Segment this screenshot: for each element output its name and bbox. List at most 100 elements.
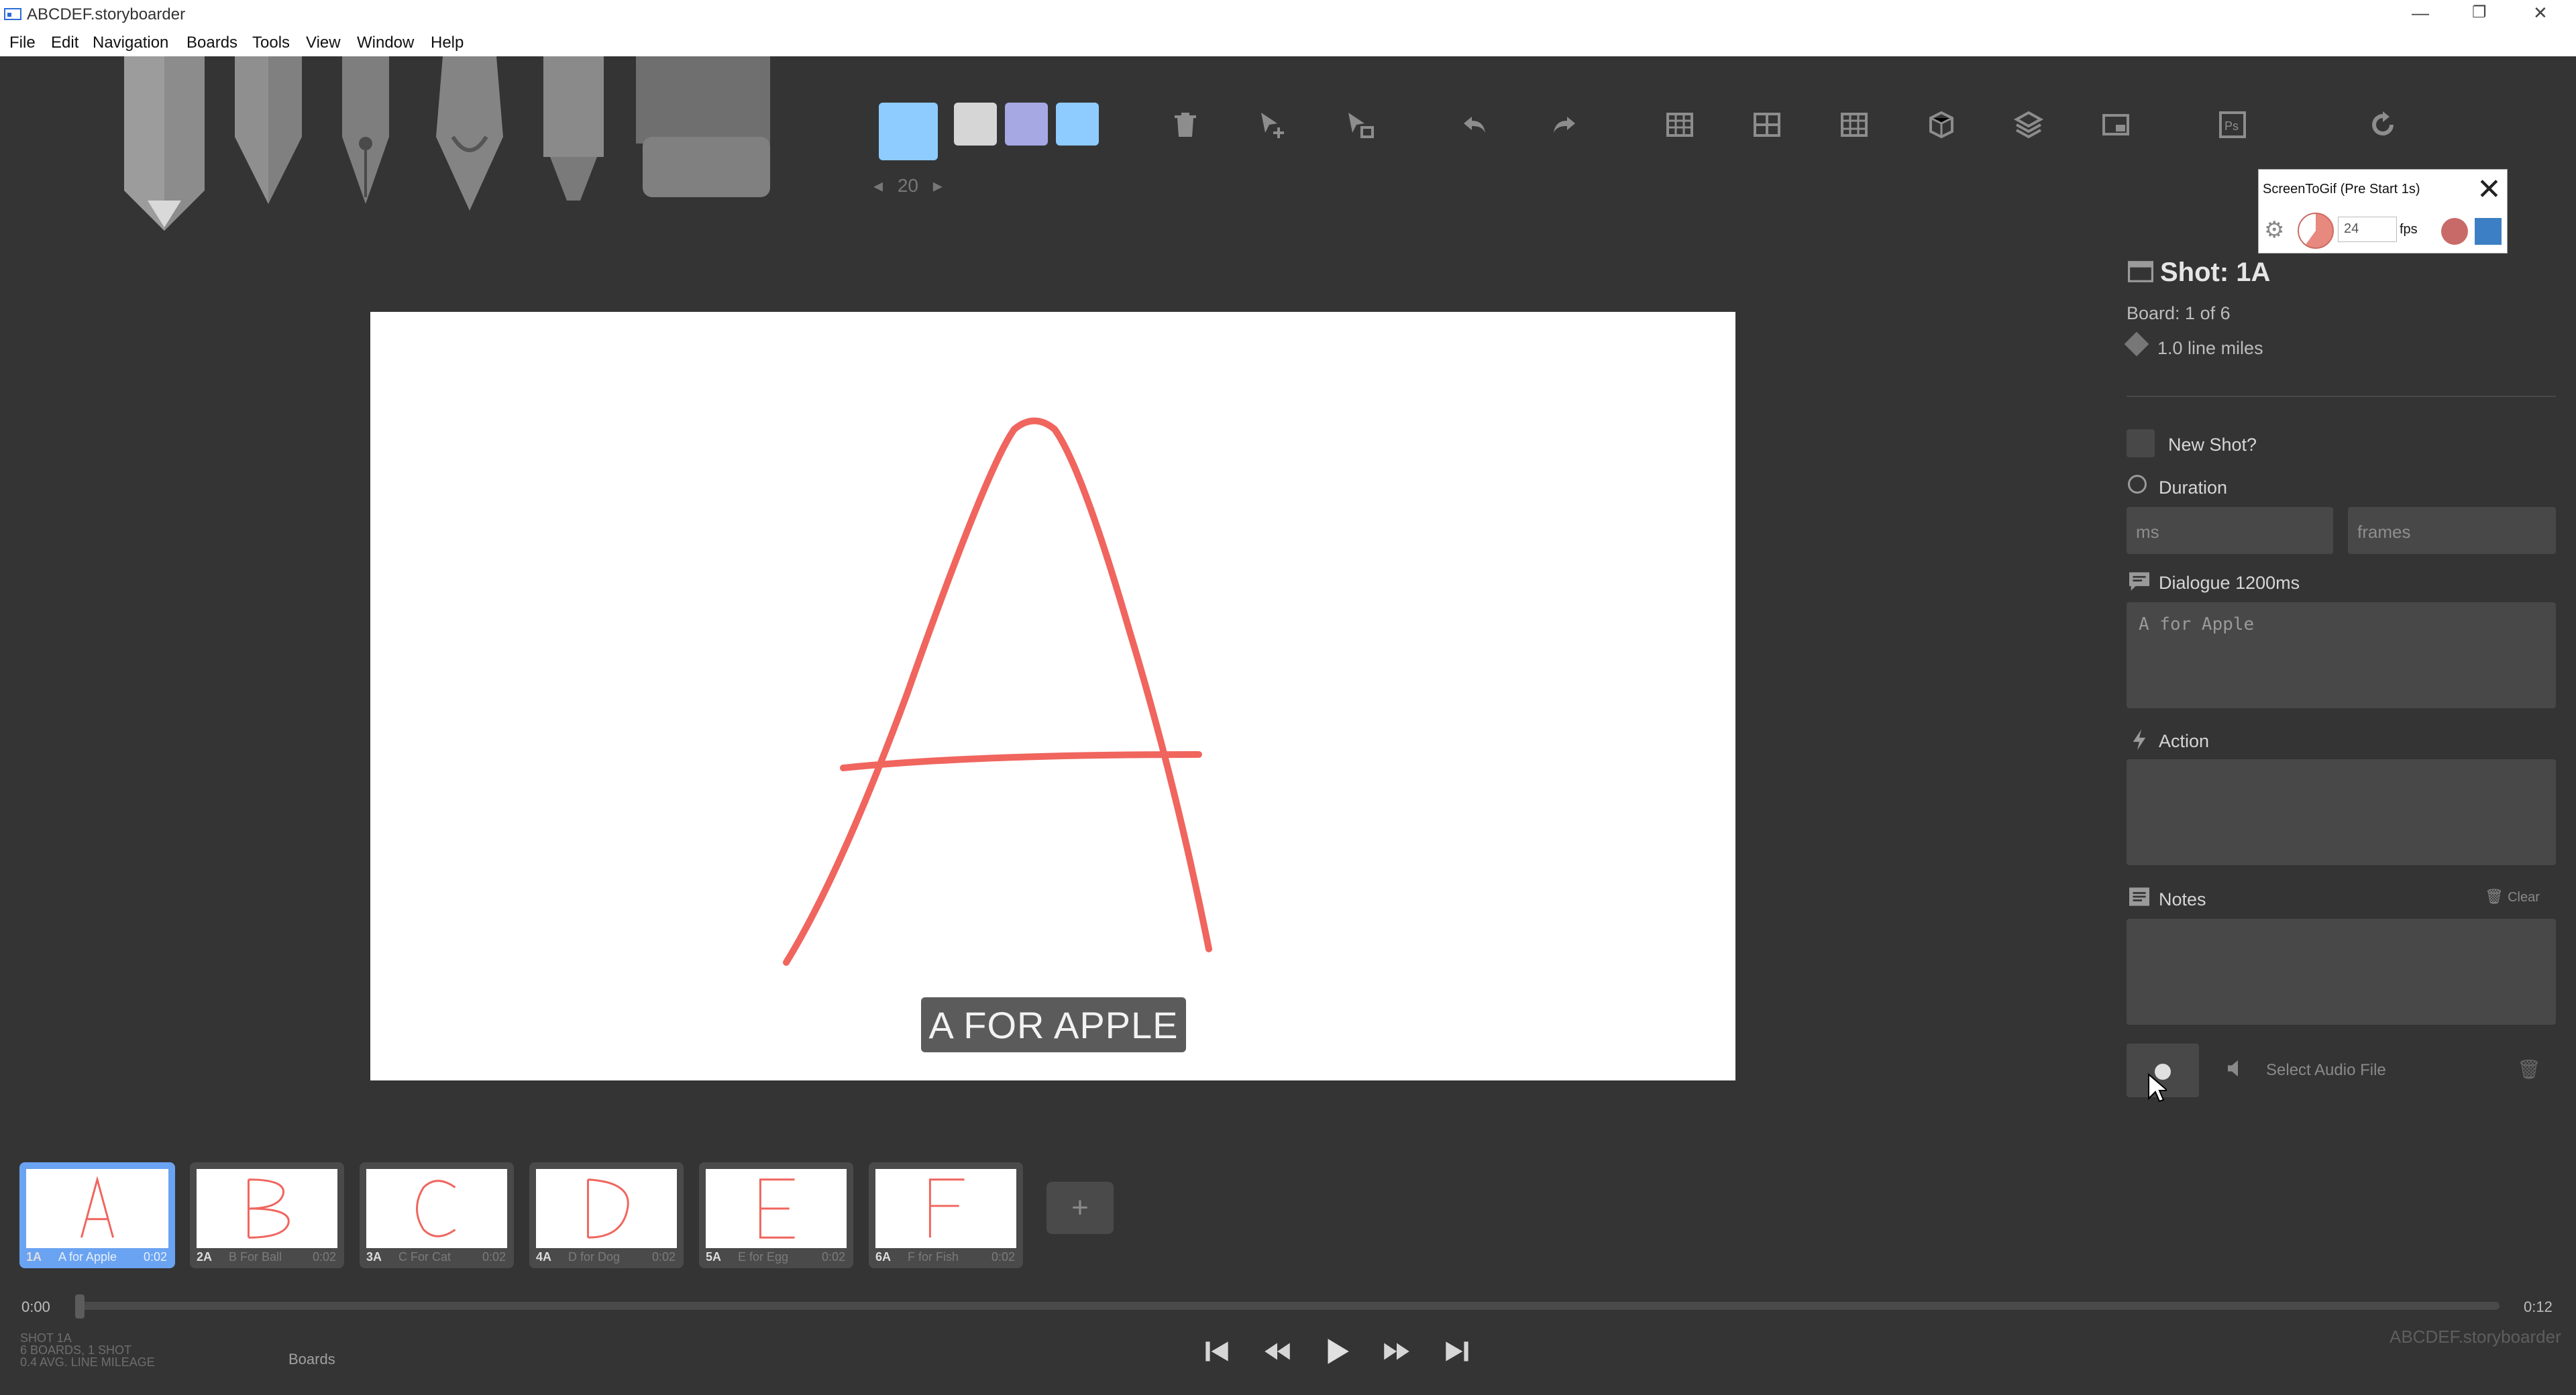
dialogue-icon xyxy=(2129,572,2149,591)
timeline-start: 0:00 xyxy=(21,1298,50,1315)
board-thumbnail-3[interactable]: 3A C For Cat 0:02 xyxy=(360,1162,514,1268)
trash-icon[interactable] xyxy=(1165,105,1205,145)
timer-icon xyxy=(2128,475,2147,494)
copy-selection-icon[interactable] xyxy=(1340,105,1381,145)
line-miles-icon xyxy=(2124,331,2149,357)
photoshop-icon[interactable]: Ps xyxy=(2212,105,2253,145)
playhead[interactable] xyxy=(75,1294,85,1319)
menu-bar: File Edit Navigation Boards Tools View W… xyxy=(0,30,2576,56)
grid-icon[interactable] xyxy=(1660,105,1700,145)
duration-label: Duration xyxy=(2159,478,2228,498)
refresh-icon[interactable] xyxy=(2363,105,2403,145)
marker-tool[interactable] xyxy=(540,56,607,204)
brush-size-control[interactable]: ◂ 20 ▸ xyxy=(873,174,943,197)
brush-size-value: 20 xyxy=(897,175,918,196)
thirds-guide-icon[interactable] xyxy=(1834,105,1874,145)
board-thumbnail-4[interactable]: 4A D for Dog 0:02 xyxy=(529,1162,684,1268)
screentogif-window: ScreenToGif (Pre Start 1s) ✕ ⚙ 24 fps xyxy=(2258,169,2508,254)
light-pencil-tool[interactable] xyxy=(117,56,211,231)
app-watermark: ABCDEF.storyboarder xyxy=(2390,1327,2561,1347)
duration-frames-field[interactable]: frames xyxy=(2348,507,2556,554)
pen-tool[interactable] xyxy=(329,56,402,204)
board-thumbnail-5[interactable]: 5A E for Egg 0:02 xyxy=(699,1162,853,1268)
stop-icon[interactable] xyxy=(2475,218,2502,245)
screentogif-title: ScreenToGif (Pre Start 1s) xyxy=(2263,182,2420,197)
drawing-canvas[interactable] xyxy=(370,312,1735,1080)
rewind-icon[interactable] xyxy=(1257,1331,1297,1372)
board-thumbnail-6[interactable]: 6A F for Fish 0:02 xyxy=(869,1162,1023,1268)
fps-label: fps xyxy=(2400,222,2418,237)
onion-skin-icon[interactable] xyxy=(2096,105,2136,145)
clear-trash-icon: 🗑 xyxy=(2485,888,2504,905)
pencil-tool[interactable] xyxy=(231,56,305,204)
project-stats: SHOT 1A 6 BOARDS, 1 SHOT 0.4 AVG. LINE M… xyxy=(20,1331,155,1369)
board-thumbnail-1[interactable]: 1A A for Apple 0:02 xyxy=(19,1162,175,1268)
action-bolt-icon xyxy=(2133,729,2146,750)
palette-color-1[interactable] xyxy=(954,103,997,146)
record-icon[interactable] xyxy=(2441,218,2468,245)
board-info: Board: 1 of 6 xyxy=(2127,303,2231,323)
shot-title: Shot: 1A xyxy=(2160,258,2271,287)
dialogue-textarea[interactable]: A for Apple xyxy=(2127,602,2556,708)
settings-gear-icon[interactable]: ⚙ xyxy=(2264,217,2284,243)
menu-file[interactable]: File xyxy=(9,34,36,52)
action-textarea[interactable] xyxy=(2127,759,2556,865)
countdown-icon xyxy=(2298,213,2334,249)
palette-color-3[interactable] xyxy=(1056,103,1099,146)
brush-size-decrease-icon[interactable]: ◂ xyxy=(873,175,883,196)
palette-color-2[interactable] xyxy=(1005,103,1048,146)
notes-textarea[interactable] xyxy=(2127,919,2556,1025)
clear-notes-button[interactable]: 🗑 Clear xyxy=(2485,888,2540,905)
line-miles: 1.0 line miles xyxy=(2157,338,2263,358)
speaker-icon xyxy=(2228,1060,2238,1076)
select-audio-file[interactable]: Select Audio File xyxy=(2266,1061,2386,1080)
title-bar: ABCDEF.storyboarder — ❐ ✕ xyxy=(0,0,2576,30)
center-guide-icon[interactable] xyxy=(1747,105,1787,145)
skip-back-icon[interactable] xyxy=(1197,1331,1237,1372)
app-icon xyxy=(4,8,21,20)
menu-window[interactable]: Window xyxy=(357,34,414,52)
board-thumbnail-2[interactable]: 2A B For Ball 0:02 xyxy=(190,1162,344,1268)
menu-view[interactable]: View xyxy=(306,34,341,52)
current-color-swatch[interactable] xyxy=(879,103,938,160)
divider xyxy=(2127,396,2556,397)
layers-icon[interactable] xyxy=(2008,105,2049,145)
close-window-icon[interactable]: ✕ xyxy=(2533,3,2548,23)
timeline-scrubber[interactable] xyxy=(76,1302,2500,1310)
menu-edit[interactable]: Edit xyxy=(51,34,78,52)
menu-help[interactable]: Help xyxy=(431,34,464,52)
svg-text:Ps: Ps xyxy=(2224,119,2239,133)
menu-tools[interactable]: Tools xyxy=(252,34,290,52)
boards-label[interactable]: Boards xyxy=(288,1351,335,1368)
menu-navigation[interactable]: Navigation xyxy=(93,34,168,52)
redo-icon[interactable] xyxy=(1543,105,1583,145)
fast-forward-icon[interactable] xyxy=(1377,1331,1417,1372)
screentogif-close-icon[interactable]: ✕ xyxy=(2477,172,2502,207)
brush-size-increase-icon[interactable]: ▸ xyxy=(933,175,943,196)
restore-icon[interactable]: ❐ xyxy=(2472,3,2487,22)
new-shot-checkbox[interactable] xyxy=(2127,429,2155,457)
audio-trash-icon[interactable]: 🗑 xyxy=(2517,1058,2541,1080)
notes-icon xyxy=(2129,887,2149,906)
undo-icon[interactable] xyxy=(1456,105,1496,145)
action-label: Action xyxy=(2159,731,2210,751)
perspective-guide-icon[interactable] xyxy=(1921,105,1962,145)
fps-input[interactable]: 24 xyxy=(2338,217,2397,242)
add-board-button[interactable]: + xyxy=(1046,1182,1114,1234)
timeline-end: 0:12 xyxy=(2524,1298,2553,1315)
move-selection-icon[interactable] xyxy=(1253,105,1293,145)
duration-ms-field[interactable]: ms xyxy=(2127,507,2333,554)
letter-a-drawing xyxy=(783,417,1212,966)
mouse-cursor-icon xyxy=(2148,1073,2167,1103)
eraser-tool[interactable] xyxy=(636,56,770,204)
minimize-icon[interactable]: — xyxy=(2412,3,2429,23)
notes-label: Notes xyxy=(2159,889,2206,909)
menu-boards[interactable]: Boards xyxy=(186,34,237,52)
dialogue-label: Dialogue 1200ms xyxy=(2159,573,2300,593)
brush-tool[interactable] xyxy=(429,56,510,211)
window-title: ABCDEF.storyboarder xyxy=(27,5,186,23)
dialogue-caption: A FOR APPLE xyxy=(921,997,1186,1052)
skip-forward-icon[interactable] xyxy=(1437,1331,1477,1372)
play-icon[interactable] xyxy=(1316,1331,1356,1372)
new-shot-label: New Shot? xyxy=(2168,435,2257,455)
